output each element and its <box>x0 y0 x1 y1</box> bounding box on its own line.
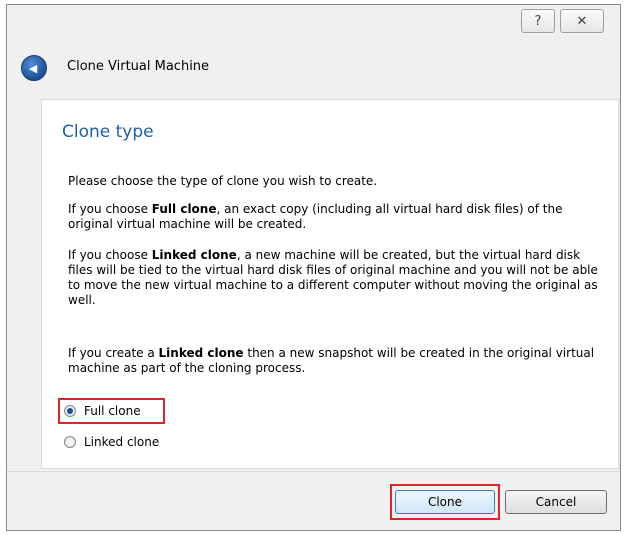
clone-button[interactable]: Clone <box>395 490 495 514</box>
page-title: Clone type <box>62 122 154 142</box>
dialog-window: ? ✕ ◀ Clone Virtual Machine Clone type P… <box>6 4 621 531</box>
bold-term: Linked clone <box>151 248 237 262</box>
close-icon: ✕ <box>576 13 588 29</box>
full-clone-radio[interactable]: Full clone <box>64 404 141 418</box>
linked-clone-label: Linked clone <box>84 435 160 449</box>
snapshot-note: If you create a Linked clone then a new … <box>68 346 598 376</box>
text-segment: If you choose <box>68 248 152 262</box>
footer-divider <box>7 471 620 472</box>
full-clone-label: Full clone <box>84 404 141 418</box>
radio-selected-icon <box>64 405 76 417</box>
back-arrow-icon: ◀ <box>28 61 38 75</box>
close-button[interactable]: ✕ <box>560 9 604 33</box>
text-segment: If you create a <box>68 346 159 360</box>
linked-clone-description: If you choose Linked clone, a new machin… <box>68 248 598 308</box>
linked-clone-radio[interactable]: Linked clone <box>64 435 159 449</box>
wizard-title: Clone Virtual Machine <box>67 59 210 74</box>
intro-text: Please choose the type of clone you wish… <box>68 174 378 188</box>
back-button[interactable]: ◀ <box>21 55 47 81</box>
full-clone-description: If you choose Full clone, an exact copy … <box>68 202 598 232</box>
wizard-page: Clone type Please choose the type of clo… <box>41 99 619 469</box>
help-button[interactable]: ? <box>521 9 555 33</box>
bold-term: Full clone <box>151 202 217 216</box>
cancel-button[interactable]: Cancel <box>505 490 607 514</box>
radio-unselected-icon <box>64 436 76 448</box>
bold-term: Linked clone <box>158 346 244 360</box>
help-icon: ? <box>534 13 542 29</box>
text-segment: If you choose <box>68 202 152 216</box>
